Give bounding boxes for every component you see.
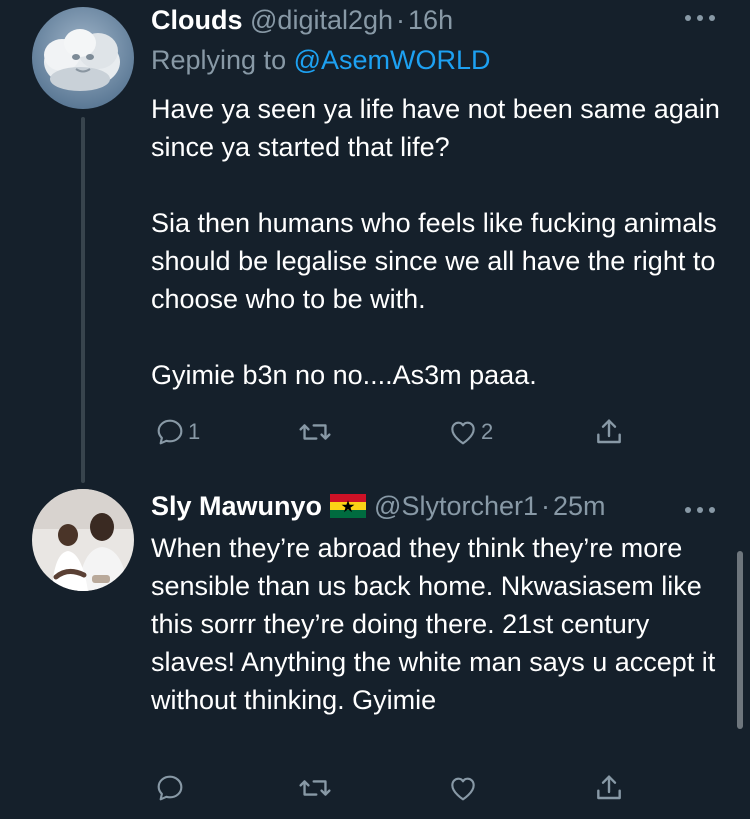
timeline: Clouds @digital2gh · 16h Replying to @Asem… [0, 0, 750, 819]
like-count: 2 [481, 419, 494, 444]
reply-count: 1 [188, 419, 201, 444]
reply-button[interactable]: 1 [154, 412, 200, 452]
tweet-text: Have ya seen ya life have not been same … [151, 90, 721, 394]
heart-icon [451, 777, 475, 801]
avatar[interactable] [32, 7, 134, 109]
retweet-icon [299, 780, 331, 796]
scrollbar[interactable] [737, 551, 743, 729]
share-icon [597, 419, 621, 444]
heart-icon [451, 421, 475, 445]
tweet-paragraph: Gyimie b3n no no....As3m paaa. [151, 360, 537, 390]
ghana-flag-icon [330, 493, 367, 518]
timestamp[interactable]: 25m [553, 491, 606, 521]
display-name[interactable]: Clouds [151, 5, 243, 35]
tweet-text: When they’re abroad they think they’re m… [151, 529, 721, 719]
share-button[interactable] [593, 412, 625, 452]
tweet-paragraph: When they’re abroad they think they’re m… [151, 533, 716, 715]
man-with-child-avatar-icon [32, 489, 134, 591]
retweet-button[interactable] [298, 768, 334, 808]
retweet-button[interactable] [298, 412, 334, 452]
thread-line [81, 117, 85, 483]
cloud-face-avatar-icon [32, 7, 134, 109]
tweet-header: Sly Mawunyo @Slytorcher1 · 25m [151, 488, 606, 524]
tweet-header: Clouds @digital2gh · 16h [151, 2, 453, 38]
tweet-actions: 1 2 [150, 412, 650, 452]
tweet-paragraph: Have ya seen ya life have not been same … [151, 94, 720, 162]
tweet-actions [150, 768, 650, 808]
replying-to: Replying to @AsemWORLD [151, 42, 491, 78]
reply-button[interactable] [154, 768, 188, 808]
like-button[interactable]: 2 [447, 412, 493, 452]
retweet-icon [299, 424, 331, 440]
tweet[interactable]: Sly Mawunyo @Slytorcher1 · 25m When they’r… [0, 480, 750, 819]
like-button[interactable] [447, 768, 481, 808]
reply-icon [157, 419, 183, 445]
reply-icon [157, 775, 183, 801]
share-icon [597, 775, 621, 800]
more-options-icon[interactable] [680, 8, 720, 28]
separator-dot: · [396, 5, 406, 35]
tweet[interactable]: Clouds @digital2gh · 16h Replying to @Asem… [0, 0, 750, 483]
share-button[interactable] [593, 768, 625, 808]
timestamp[interactable]: 16h [408, 5, 453, 35]
more-options-icon[interactable] [680, 500, 720, 520]
user-handle[interactable]: @digital2gh [250, 5, 393, 35]
display-name[interactable]: Sly Mawunyo [151, 491, 322, 521]
replying-prefix: Replying to [151, 45, 287, 75]
tweet-paragraph: Sia then humans who feels like fucking a… [151, 208, 717, 314]
separator-dot: · [541, 491, 550, 521]
mention-link[interactable]: @AsemWORLD [294, 45, 491, 75]
avatar[interactable] [32, 489, 134, 591]
user-handle[interactable]: @Slytorcher1 [374, 491, 538, 521]
